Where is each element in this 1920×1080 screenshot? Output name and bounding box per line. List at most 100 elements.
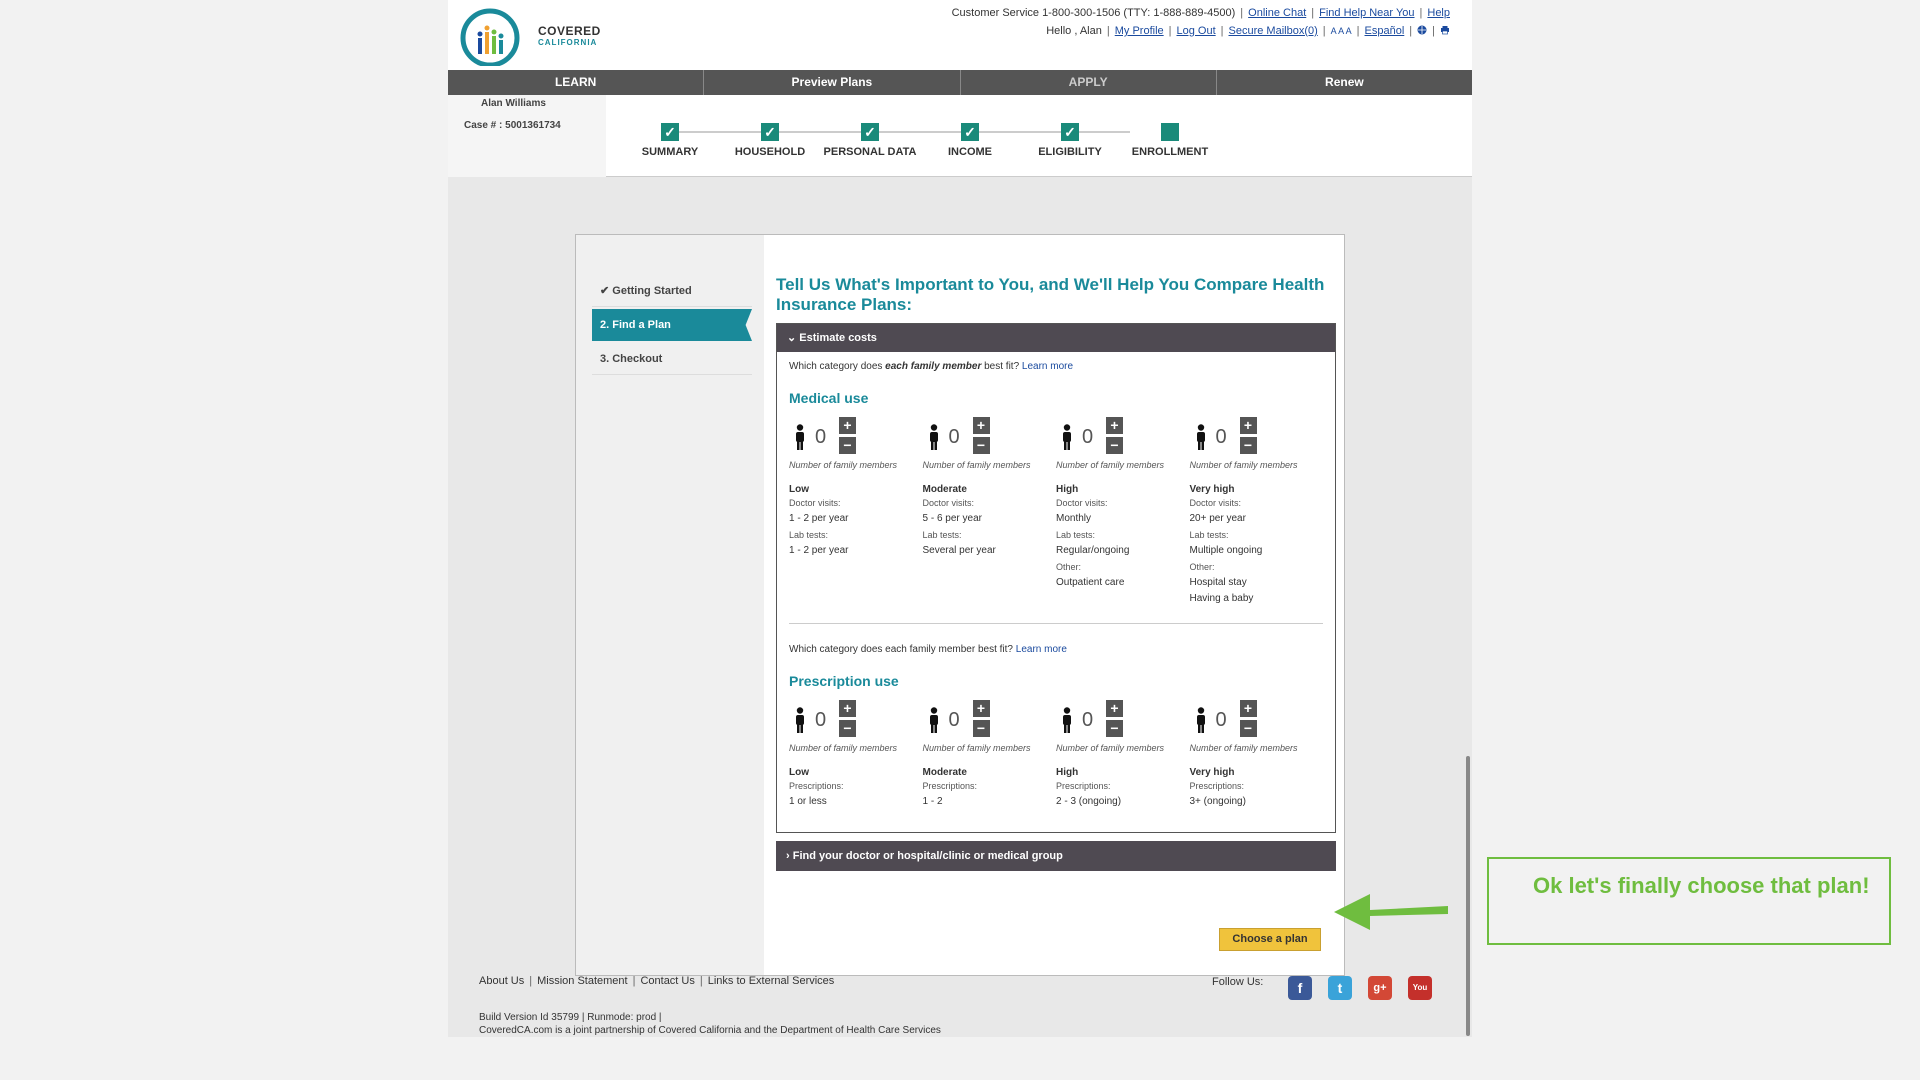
print-icon[interactable] [1440,25,1450,35]
increment-button[interactable]: + [1239,700,1257,717]
secure-mailbox-link[interactable]: Secure Mailbox(0) [1229,25,1318,37]
medical-use-title: Medical use [789,390,869,406]
member-counter: 0 + − [1056,416,1190,458]
category-rx: 0 + − Number of family members Low Prescripti… [789,699,923,810]
category-name: Very high [1189,767,1235,778]
prescription-question: Which category does each family member b… [789,644,1323,655]
quantity-stepper: + − [972,417,990,457]
covered-california-logo[interactable]: COVERED CALIFORNIA [460,6,600,70]
decrement-button[interactable]: − [1106,437,1123,454]
card-sidebar: ✔ Getting Started 2. Find a Plan 3. Chec… [576,235,764,975]
find-help-link[interactable]: Find Help Near You [1319,7,1414,19]
find-doctor-accordion[interactable]: › Find your doctor or hospital/clinic or… [776,841,1336,871]
chevron-right-icon: › [786,850,793,862]
member-count-label: Number of family members [789,743,898,753]
decrement-button[interactable]: − [1239,720,1257,737]
facebook-icon[interactable]: f [1288,976,1312,1000]
log-out-link[interactable]: Log Out [1177,25,1216,37]
step-enrollment: ENROLLMENT [1110,123,1230,158]
category-name: Low [789,484,809,495]
user-name: Alan Williams [481,98,546,109]
sidebar-item-find-a-plan[interactable]: 2. Find a Plan [592,309,752,341]
learn-more-link[interactable]: Learn more [1022,361,1073,372]
increment-button[interactable]: + [1106,700,1123,717]
category-medical: 0 + − Number of family members Low Doctor vis… [789,416,923,607]
accordion-label: Estimate costs [799,332,877,344]
increment-button[interactable]: + [1239,417,1257,434]
detail-value: 1 - 2 per year [789,513,849,524]
nav-renew[interactable]: Renew [1217,70,1472,95]
check-icon: ✓ [1061,123,1079,141]
member-count-label: Number of family members [1189,743,1298,753]
scrollbar[interactable] [1466,756,1470,1036]
my-profile-link[interactable]: My Profile [1115,25,1164,37]
step-label: ENROLLMENT [1131,146,1209,158]
person-icon [796,707,804,733]
person-icon [1196,707,1205,733]
detail-value: Outpatient care [1056,577,1125,588]
sidebar-item-getting-started[interactable]: ✔ Getting Started [592,275,752,307]
prescription-categories: 0 + − Number of family members Low Prescripti… [789,699,1323,810]
increment-button[interactable]: + [972,417,990,434]
increment-button[interactable]: + [972,700,990,717]
estimate-costs-body: Which category does each family member b… [777,361,1335,810]
increment-button[interactable]: + [839,700,856,717]
nav-preview-plans[interactable]: Preview Plans [704,70,961,95]
user-panel: Alan Williams Case # : 5001361734 [448,95,606,177]
chevron-down-icon: ⌄ [787,332,800,344]
build-version: Build Version Id 35799 | Runmode: prod | [479,1012,662,1023]
online-chat-link[interactable]: Online Chat [1248,7,1306,19]
help-link[interactable]: Help [1427,7,1450,19]
increment-button[interactable]: + [1106,417,1123,434]
nav-learn[interactable]: LEARN [448,70,705,95]
hello-text: Hello , Alan [1046,25,1102,37]
category-medical: 0 + − Number of family members Moderate Docto… [923,416,1057,607]
member-count: 0 [1215,708,1227,731]
twitter-icon[interactable]: t [1328,976,1352,1000]
category-name: Moderate [922,767,967,778]
decrement-button[interactable]: − [972,437,990,454]
decrement-button[interactable]: − [1239,437,1257,454]
contact-us-link[interactable]: Contact Us [640,975,694,987]
text-size-control[interactable]: A A A [1331,26,1352,36]
external-services-link[interactable]: Links to External Services [708,975,835,987]
member-count: 0 [815,425,827,448]
choose-plan-button[interactable]: Choose a plan [1219,928,1321,951]
detail-value: 1 - 2 per year [789,545,849,556]
check-icon: ✔ [600,285,613,297]
member-count: 0 [948,425,960,448]
mission-statement-link[interactable]: Mission Statement [537,975,627,987]
category-name: High [1056,767,1079,778]
decrement-button[interactable]: − [1106,720,1123,737]
espanol-link[interactable]: Español [1365,25,1405,37]
decrement-button[interactable]: − [839,720,856,737]
category-rx: 0 + − Number of family members Moderate Presc… [923,699,1057,810]
follow-us-label: Follow Us: [1212,976,1264,988]
detail-label: Doctor visits: [789,498,841,508]
decrement-button[interactable]: − [839,437,856,454]
utility-line-2: Hello , Alan | My Profile | Log Out | Secure M… [1046,25,1450,37]
estimate-costs-header[interactable]: ⌄ Estimate costs [777,324,1335,352]
nav-apply[interactable]: APPLY [961,70,1217,95]
check-icon: ✓ [861,123,879,141]
detail-value: Several per year [922,545,996,556]
increment-button[interactable]: + [839,417,856,434]
learn-more-link[interactable]: Learn more [1016,644,1067,655]
youtube-icon[interactable]: You [1408,976,1432,1000]
category-name: Low [789,767,809,778]
case-number: Case # : 5001361734 [464,120,561,131]
about-us-link[interactable]: About Us [479,975,524,987]
detail-value: Regular/ongoing [1056,545,1130,556]
question-emphasis: each family member [885,361,982,372]
detail-label: Lab tests: [1189,530,1229,540]
google-plus-icon[interactable]: g+ [1368,976,1392,1000]
logo-name: COVERED [538,24,601,38]
quantity-stepper: + − [1239,417,1257,457]
sidebar-item-checkout[interactable]: 3. Checkout [592,343,752,375]
quantity-stepper: + − [839,700,856,740]
member-count: 0 [948,708,960,731]
detail-value: 1 or less [789,796,827,807]
decrement-button[interactable]: − [972,720,990,737]
globe-icon[interactable] [1417,25,1427,35]
current-step-icon [1161,123,1179,141]
